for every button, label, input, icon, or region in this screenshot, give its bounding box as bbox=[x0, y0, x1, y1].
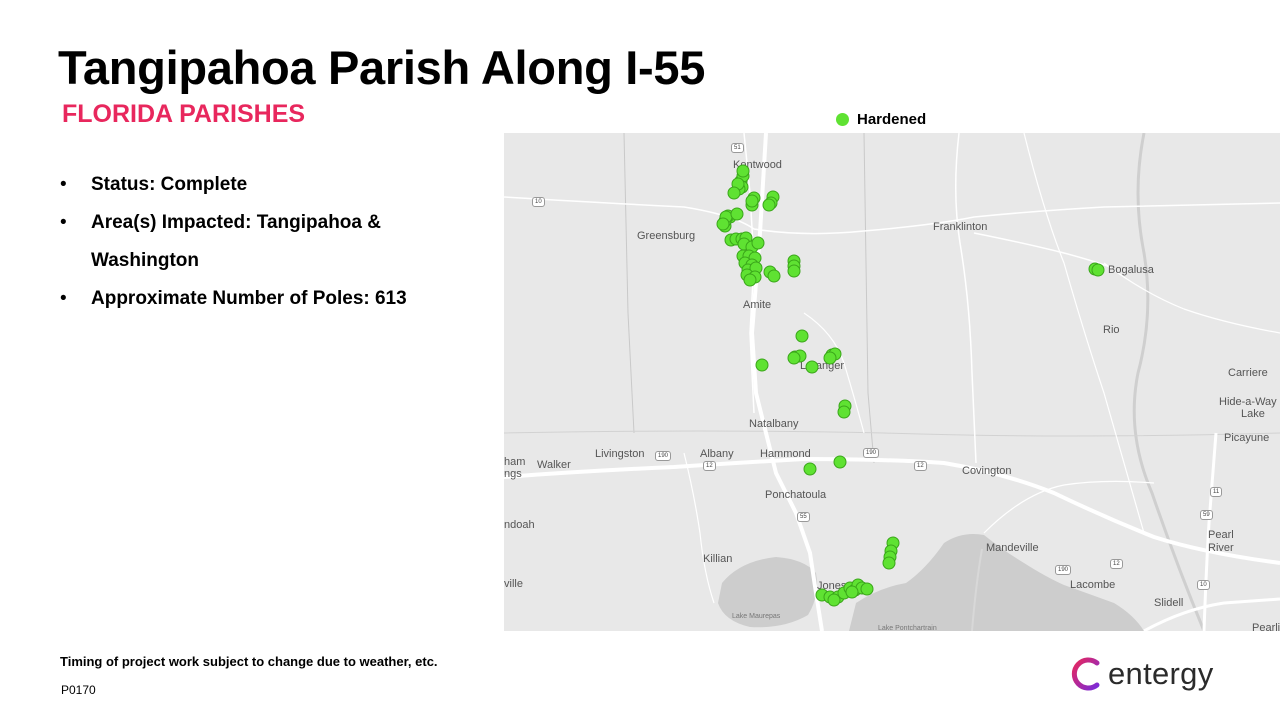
bullet-status: Status: Complete bbox=[60, 166, 460, 204]
hardened-pole-marker[interactable] bbox=[837, 405, 851, 419]
legend-hardened-label: Hardened bbox=[857, 110, 927, 128]
hardened-pole-marker[interactable] bbox=[882, 556, 896, 570]
hardened-pole-marker[interactable] bbox=[716, 217, 730, 231]
hardened-pole-marker[interactable] bbox=[823, 351, 837, 365]
hardened-pole-marker[interactable] bbox=[730, 207, 744, 221]
hardened-pole-marker[interactable] bbox=[755, 358, 769, 372]
hardened-pole-marker[interactable] bbox=[745, 194, 759, 208]
hardened-pole-marker[interactable] bbox=[787, 264, 801, 278]
slide-title: Tangipahoa Parish Along I-55 bbox=[58, 41, 706, 94]
hardened-pole-marker[interactable] bbox=[743, 273, 757, 287]
hardened-pole-marker[interactable] bbox=[1091, 263, 1105, 277]
hardened-pole-marker[interactable] bbox=[795, 329, 809, 343]
bullet-areas-impacted: Area(s) Impacted: Tangipahoa & Washingto… bbox=[60, 204, 460, 280]
status-bullet-list: Status: Complete Area(s) Impacted: Tangi… bbox=[60, 166, 460, 318]
hardened-pole-marker[interactable] bbox=[787, 351, 801, 365]
hardened-pole-marker[interactable] bbox=[833, 455, 847, 469]
slide-code: P0170 bbox=[61, 683, 96, 697]
bullet-pole-count: Approximate Number of Poles: 613 bbox=[60, 280, 460, 318]
hardened-pole-marker[interactable] bbox=[805, 360, 819, 374]
footer-disclaimer: Timing of project work subject to change… bbox=[60, 654, 438, 669]
hardened-pole-markers bbox=[716, 164, 1105, 607]
entergy-logo: entergy bbox=[1068, 656, 1214, 692]
hardened-pole-marker[interactable] bbox=[727, 186, 741, 200]
hardened-pole-marker[interactable] bbox=[762, 198, 776, 212]
entergy-logo-icon bbox=[1071, 657, 1100, 691]
pole-map[interactable]: Kentwood Greensburg Franklinton Bogalusa Ami… bbox=[504, 133, 1280, 631]
hardened-pole-marker[interactable] bbox=[767, 269, 781, 283]
hardened-pole-marker[interactable] bbox=[736, 164, 750, 178]
hardened-pole-marker[interactable] bbox=[860, 582, 874, 596]
map-legend: Hardened bbox=[836, 110, 926, 128]
hardened-pole-marker[interactable] bbox=[751, 236, 765, 250]
slide-subtitle: FLORIDA PARISHES bbox=[62, 100, 306, 128]
hardened-pole-marker[interactable] bbox=[845, 585, 859, 599]
hardened-pole-marker[interactable] bbox=[803, 462, 817, 476]
entergy-logo-text: entergy bbox=[1108, 656, 1214, 691]
legend-hardened-swatch bbox=[836, 112, 849, 126]
